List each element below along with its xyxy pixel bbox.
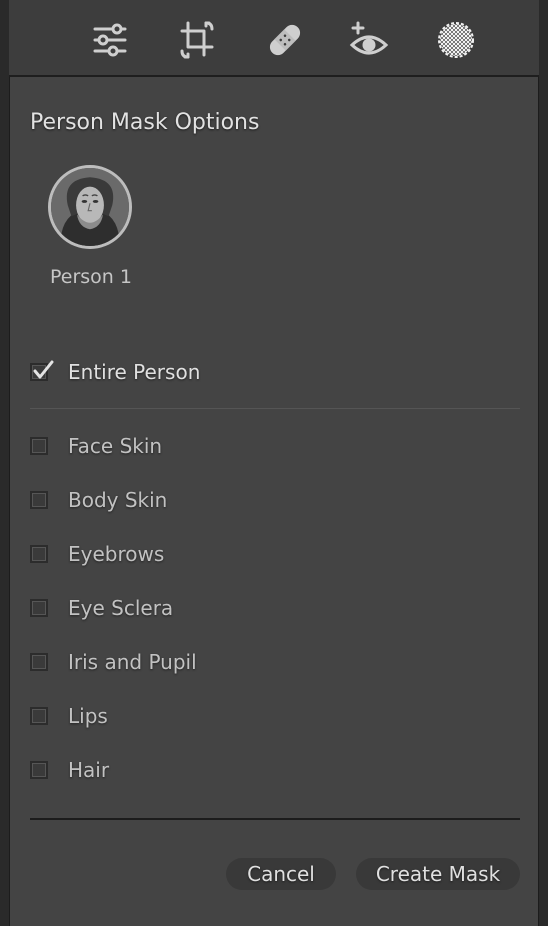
crop-rotate-icon[interactable] xyxy=(174,17,220,63)
cancel-button[interactable]: Cancel xyxy=(226,858,336,890)
checkmark-icon xyxy=(33,360,54,379)
checkbox-hair[interactable] xyxy=(30,761,48,779)
option-label: Iris and Pupil xyxy=(68,650,197,674)
option-label: Hair xyxy=(68,758,110,782)
divider xyxy=(30,818,520,820)
tool-strip xyxy=(9,0,539,77)
option-label: Body Skin xyxy=(68,488,168,512)
option-label: Eyebrows xyxy=(68,542,165,566)
checkbox-body-skin[interactable] xyxy=(30,491,48,509)
checkbox-entire-person[interactable] xyxy=(30,360,54,381)
masking-icon[interactable] xyxy=(433,17,479,63)
option-face-skin[interactable]: Face Skin xyxy=(30,433,162,459)
option-body-skin[interactable]: Body Skin xyxy=(30,487,167,513)
option-label: Lips xyxy=(68,704,108,728)
checkbox-lips[interactable] xyxy=(30,707,48,725)
option-label: Entire Person xyxy=(68,360,201,384)
checkbox-eyebrows[interactable] xyxy=(30,545,48,563)
option-label: Face Skin xyxy=(68,434,163,458)
option-lips[interactable]: Lips xyxy=(30,703,108,729)
option-hair[interactable]: Hair xyxy=(30,757,109,783)
mask-panel xyxy=(9,0,539,926)
option-entire-person[interactable]: Entire Person xyxy=(30,359,200,385)
checkbox-iris-and-pupil[interactable] xyxy=(30,653,48,671)
option-iris-and-pupil[interactable]: Iris and Pupil xyxy=(30,649,197,675)
option-label: Eye Sclera xyxy=(68,596,174,620)
red-eye-icon[interactable] xyxy=(346,17,392,63)
create-mask-button[interactable]: Create Mask xyxy=(356,858,520,890)
divider xyxy=(30,408,520,409)
option-eyebrows[interactable]: Eyebrows xyxy=(30,541,164,567)
checkbox-face-skin[interactable] xyxy=(30,437,48,455)
healing-bandage-icon[interactable] xyxy=(262,17,308,63)
person-label: Person 1 xyxy=(50,266,132,288)
sliders-icon[interactable] xyxy=(87,17,133,63)
person-avatar[interactable] xyxy=(48,165,132,249)
option-eye-sclera[interactable]: Eye Sclera xyxy=(30,595,173,621)
checkbox-eye-sclera[interactable] xyxy=(30,599,48,617)
panel-title: Person Mask Options xyxy=(30,110,260,135)
